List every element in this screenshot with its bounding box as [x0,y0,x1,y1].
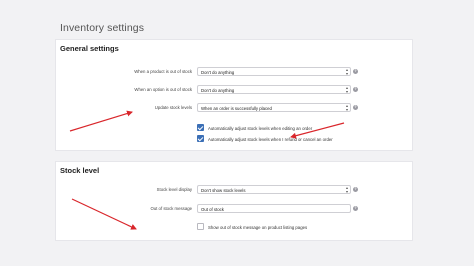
out-of-stock-message-input[interactable]: Out of stock [197,204,351,213]
out-of-stock-message-label: Out of stock message [150,206,192,211]
product-out-of-stock-row: When a product is out of stock Don't do … [56,67,412,79]
help-icon[interactable]: ? [353,205,358,211]
stock-level-display-row: Stock level display Don't show stock lev… [56,185,412,197]
update-stock-levels-row: Update stock levels When an order is suc… [56,103,412,115]
auto-adjust-refund-checkbox[interactable] [197,135,204,142]
input-value: Out of stock [201,206,224,212]
show-message-listing-checkbox[interactable] [197,223,204,230]
stock-level-display-label: Stock level display [156,187,192,192]
product-out-of-stock-select[interactable]: Don't do anything ▴ ▾ [197,67,351,76]
show-message-listing-label: Show out of stock message on product lis… [208,224,308,230]
select-value: Don't do anything [201,69,235,75]
product-out-of-stock-label: When a product is out of stock [134,69,192,74]
select-arrows-icon: ▴ ▾ [345,67,348,76]
auto-adjust-editing-checkbox[interactable] [197,124,204,131]
stock-level-panel: Stock level Stock level display Don't sh… [56,162,412,240]
stock-level-display-select[interactable]: Don't show stock levels ▴ ▾ [197,185,351,194]
auto-adjust-refund-label: Automatically adjust stock levels when I… [208,136,333,142]
general-settings-panel: General settings When a product is out o… [56,40,412,150]
select-value: Don't do anything [201,87,235,93]
update-stock-levels-select[interactable]: When an order is successfully placed ▴ ▾ [197,103,351,112]
general-settings-title: General settings [60,44,119,53]
select-arrows-icon: ▴ ▾ [345,185,348,194]
help-icon[interactable]: ? [353,68,358,74]
stock-level-title: Stock level [60,166,100,175]
help-icon[interactable]: ? [353,186,358,192]
auto-adjust-editing-label: Automatically adjust stock levels when e… [208,125,313,131]
select-value: When an order is successfully placed [201,105,272,111]
select-arrows-icon: ▴ ▾ [345,103,348,112]
option-out-of-stock-label: When an option is out of stock [134,87,192,92]
option-out-of-stock-select[interactable]: Don't do anything ▴ ▾ [197,85,351,94]
select-value: Don't show stock levels [201,187,246,193]
option-out-of-stock-row: When an option is out of stock Don't do … [56,85,412,97]
update-stock-levels-label: Update stock levels [154,105,192,110]
page-title: Inventory settings [60,22,145,34]
select-arrows-icon: ▴ ▾ [345,85,348,94]
help-icon[interactable]: ? [353,104,358,110]
out-of-stock-message-row: Out of stock message Out of stock ? [56,204,412,216]
help-icon[interactable]: ? [353,86,358,92]
